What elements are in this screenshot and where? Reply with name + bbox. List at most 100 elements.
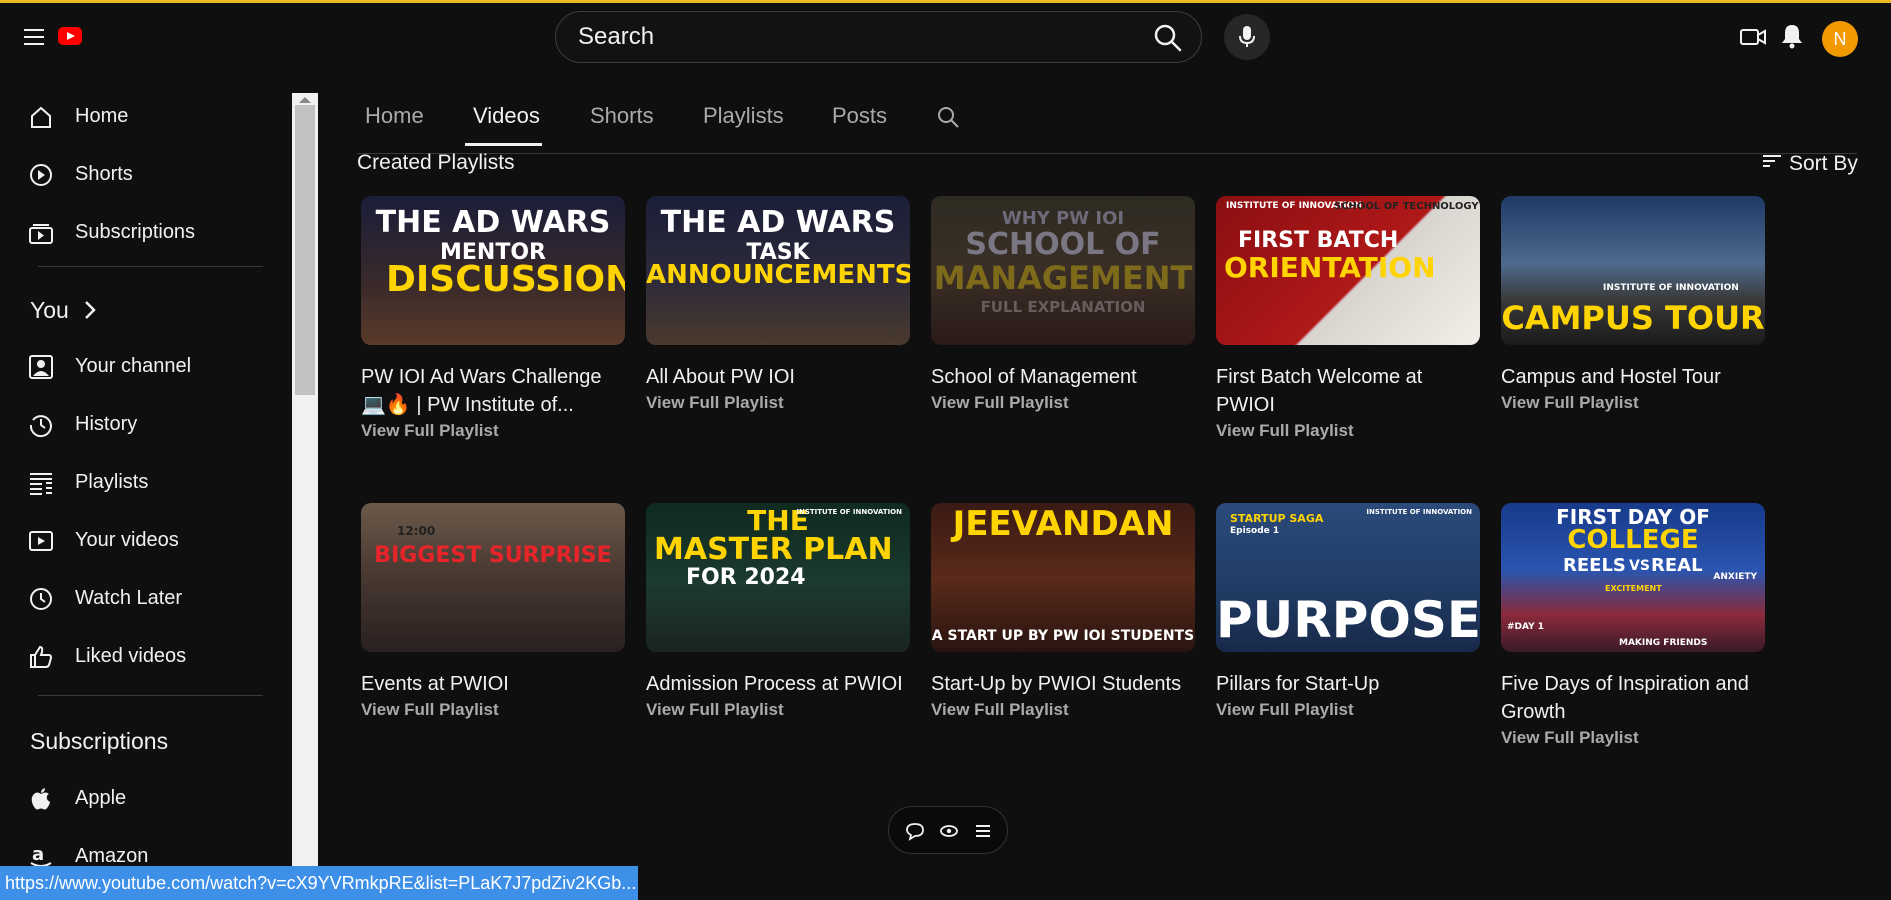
view-full-playlist-link[interactable]: View Full Playlist — [361, 700, 625, 720]
sidebar-item-your-videos[interactable]: Your videos — [0, 517, 280, 565]
sort-by-button[interactable]: Sort By — [1763, 150, 1858, 176]
playlist-thumbnail[interactable]: FIRST DAY OF COLLEGE REELS VS REAL #DAY … — [1501, 503, 1765, 652]
sidebar-item-watch-later[interactable]: Watch Later — [0, 575, 280, 623]
thumbnail-text: FIRST BATCH — [1238, 228, 1399, 253]
sidebar-scrollbar[interactable] — [292, 93, 318, 900]
search-input[interactable] — [578, 22, 1118, 52]
sidebar-item-label: Watch Later — [75, 587, 183, 609]
playlist-card[interactable]: THE AD WARS MENTOR DISCUSSION PW IOI Ad … — [361, 196, 625, 441]
view-full-playlist-link[interactable]: View Full Playlist — [1216, 421, 1480, 441]
top-bar: N — [0, 3, 1891, 73]
view-full-playlist-link[interactable]: View Full Playlist — [931, 393, 1195, 413]
playlist-thumbnail[interactable]: INSTITUTE OF INNOVATION CAMPUS TOUR — [1501, 196, 1765, 345]
menu-icon[interactable] — [24, 29, 44, 45]
playlist-title[interactable]: Start-Up by PWIOI Students — [931, 670, 1195, 698]
view-full-playlist-link[interactable]: View Full Playlist — [931, 700, 1195, 720]
playlist-thumbnail[interactable]: STARTUP SAGA Episode 1 PURPOSE INSTITUTE… — [1216, 503, 1480, 652]
tab-videos[interactable]: Videos — [473, 103, 540, 129]
tab-home[interactable]: Home — [365, 103, 424, 129]
view-full-playlist-link[interactable]: View Full Playlist — [361, 421, 625, 441]
tab-playlists[interactable]: Playlists — [703, 103, 784, 129]
sort-by-label: Sort By — [1789, 152, 1858, 175]
sidebar-item-playlists[interactable]: Playlists — [0, 459, 280, 507]
tab-shorts[interactable]: Shorts — [590, 103, 654, 129]
your-videos-icon — [28, 528, 54, 554]
playlist-thumbnail[interactable]: JEEVANDAN A START UP BY PW IOI STUDENTS — [931, 503, 1195, 652]
sidebar-item-shorts[interactable]: Shorts — [0, 151, 280, 199]
subscriptions-icon — [28, 220, 54, 246]
search-icon[interactable] — [1153, 23, 1183, 53]
sidebar-item-apple[interactable]: Apple — [0, 775, 280, 823]
sidebar: Home Shorts Subscriptions You Your chann… — [0, 93, 292, 900]
thumbnail-text: INSTITUTE OF INNOVATION — [796, 508, 902, 516]
thumbnail-text: COLLEGE — [1567, 525, 1699, 555]
playlists-icon — [28, 470, 54, 496]
sidebar-item-label: Amazon — [75, 845, 149, 867]
sidebar-item-label: Subscriptions — [75, 221, 196, 243]
sidebar-you-header[interactable]: You — [0, 287, 280, 335]
playlist-card[interactable]: STARTUP SAGA Episode 1 PURPOSE INSTITUTE… — [1216, 503, 1480, 720]
playlist-thumbnail[interactable]: THE AD WARS MENTOR DISCUSSION — [361, 196, 625, 345]
playlist-card[interactable]: JEEVANDAN A START UP BY PW IOI STUDENTS … — [931, 503, 1195, 720]
playlist-title[interactable]: Campus and Hostel Tour — [1501, 363, 1765, 391]
notifications-bell-icon[interactable] — [1780, 23, 1804, 49]
playlist-title[interactable]: Five Days of Inspiration and Growth — [1501, 670, 1765, 726]
sidebar-item-subscriptions[interactable]: Subscriptions — [0, 209, 280, 257]
sidebar-item-label: Shorts — [75, 163, 133, 185]
microphone-icon[interactable] — [1224, 14, 1270, 60]
playlist-title[interactable]: Admission Process at PWIOI — [646, 670, 910, 698]
playlist-title[interactable]: Events at PWIOI — [361, 670, 625, 698]
view-full-playlist-link[interactable]: View Full Playlist — [646, 393, 910, 413]
playlist-card[interactable]: INSTITUTE OF INNOVATION CAMPUS TOUR Camp… — [1501, 196, 1765, 413]
playlist-thumbnail[interactable]: INSTITUTE OF INNOVATION SCHOOL OF TECHNO… — [1216, 196, 1480, 345]
playlist-thumbnail[interactable]: 12:00 BIGGEST SURPRISE — [361, 503, 625, 652]
menu-lines-icon[interactable] — [973, 821, 993, 841]
view-full-playlist-link[interactable]: View Full Playlist — [1501, 393, 1765, 413]
playlist-card[interactable]: FIRST DAY OF COLLEGE REELS VS REAL #DAY … — [1501, 503, 1765, 748]
thumbnail-text: CAMPUS TOUR — [1501, 299, 1765, 337]
thumbnail-text: 12:00 — [397, 524, 436, 538]
create-video-icon[interactable] — [1740, 27, 1766, 47]
scrollbar-thumb[interactable] — [295, 105, 315, 395]
view-full-playlist-link[interactable]: View Full Playlist — [646, 700, 910, 720]
youtube-logo-icon[interactable] — [58, 27, 82, 45]
playlist-card[interactable]: THE AD WARS TASK ANNOUNCEMENTS All About… — [646, 196, 910, 413]
playlist-card[interactable]: WHY PW IOI SCHOOL OF MANAGEMENT FULL EXP… — [931, 196, 1195, 413]
view-full-playlist-link[interactable]: View Full Playlist — [1216, 700, 1480, 720]
sidebar-item-home[interactable]: Home — [0, 93, 280, 141]
sidebar-item-your-channel[interactable]: Your channel — [0, 343, 280, 391]
playlist-thumbnail[interactable]: THE AD WARS TASK ANNOUNCEMENTS — [646, 196, 910, 345]
thumbnail-text: MAKING FRIENDS — [1619, 638, 1708, 648]
playlist-title[interactable]: PW IOI Ad Wars Challenge 💻🔥 | PW Institu… — [361, 363, 625, 419]
playlist-title[interactable]: School of Management — [931, 363, 1195, 391]
playlist-title[interactable]: First Batch Welcome at PWIOI — [1216, 363, 1480, 419]
your-channel-icon — [28, 354, 54, 380]
view-full-playlist-link[interactable]: View Full Playlist — [1501, 728, 1765, 748]
playlist-thumbnail[interactable]: THE MASTER PLAN FOR 2024 INSTITUTE OF IN… — [646, 503, 910, 652]
avatar[interactable]: N — [1822, 21, 1858, 57]
watch-later-icon — [28, 586, 54, 612]
thumbnail-text: ORIENTATION — [1224, 251, 1436, 284]
playlist-title[interactable]: All About PW IOI — [646, 363, 910, 391]
playlist-card[interactable]: 12:00 BIGGEST SURPRISE Events at PWIOI V… — [361, 503, 625, 720]
playlist-thumbnail[interactable]: WHY PW IOI SCHOOL OF MANAGEMENT FULL EXP… — [931, 196, 1195, 345]
home-icon — [28, 104, 54, 130]
sidebar-item-liked-videos[interactable]: Liked videos — [0, 633, 280, 681]
playlist-card[interactable]: THE MASTER PLAN FOR 2024 INSTITUTE OF IN… — [646, 503, 910, 720]
playlist-card[interactable]: INSTITUTE OF INNOVATION SCHOOL OF TECHNO… — [1216, 196, 1480, 441]
thumbnail-text: INSTITUTE OF INNOVATION — [1366, 508, 1472, 516]
tab-posts[interactable]: Posts — [832, 103, 887, 129]
channel-search-icon[interactable] — [936, 105, 960, 135]
playlist-title[interactable]: Pillars for Start-Up — [1216, 670, 1480, 698]
sidebar-item-label: Liked videos — [75, 645, 187, 667]
thumbnail-text: EXCITEMENT — [1605, 584, 1662, 593]
chat-bubble-icon[interactable] — [905, 821, 925, 841]
status-bar-url: https://www.youtube.com/watch?v=cX9YVRmk… — [0, 866, 638, 900]
scroll-up-arrow-icon[interactable] — [299, 97, 311, 103]
shorts-icon — [28, 162, 54, 188]
svg-text:a: a — [32, 844, 44, 865]
history-icon — [28, 412, 54, 438]
sidebar-item-history[interactable]: History — [0, 401, 280, 449]
thumbnail-text: PURPOSE — [1216, 591, 1480, 649]
eye-icon[interactable] — [939, 821, 959, 841]
